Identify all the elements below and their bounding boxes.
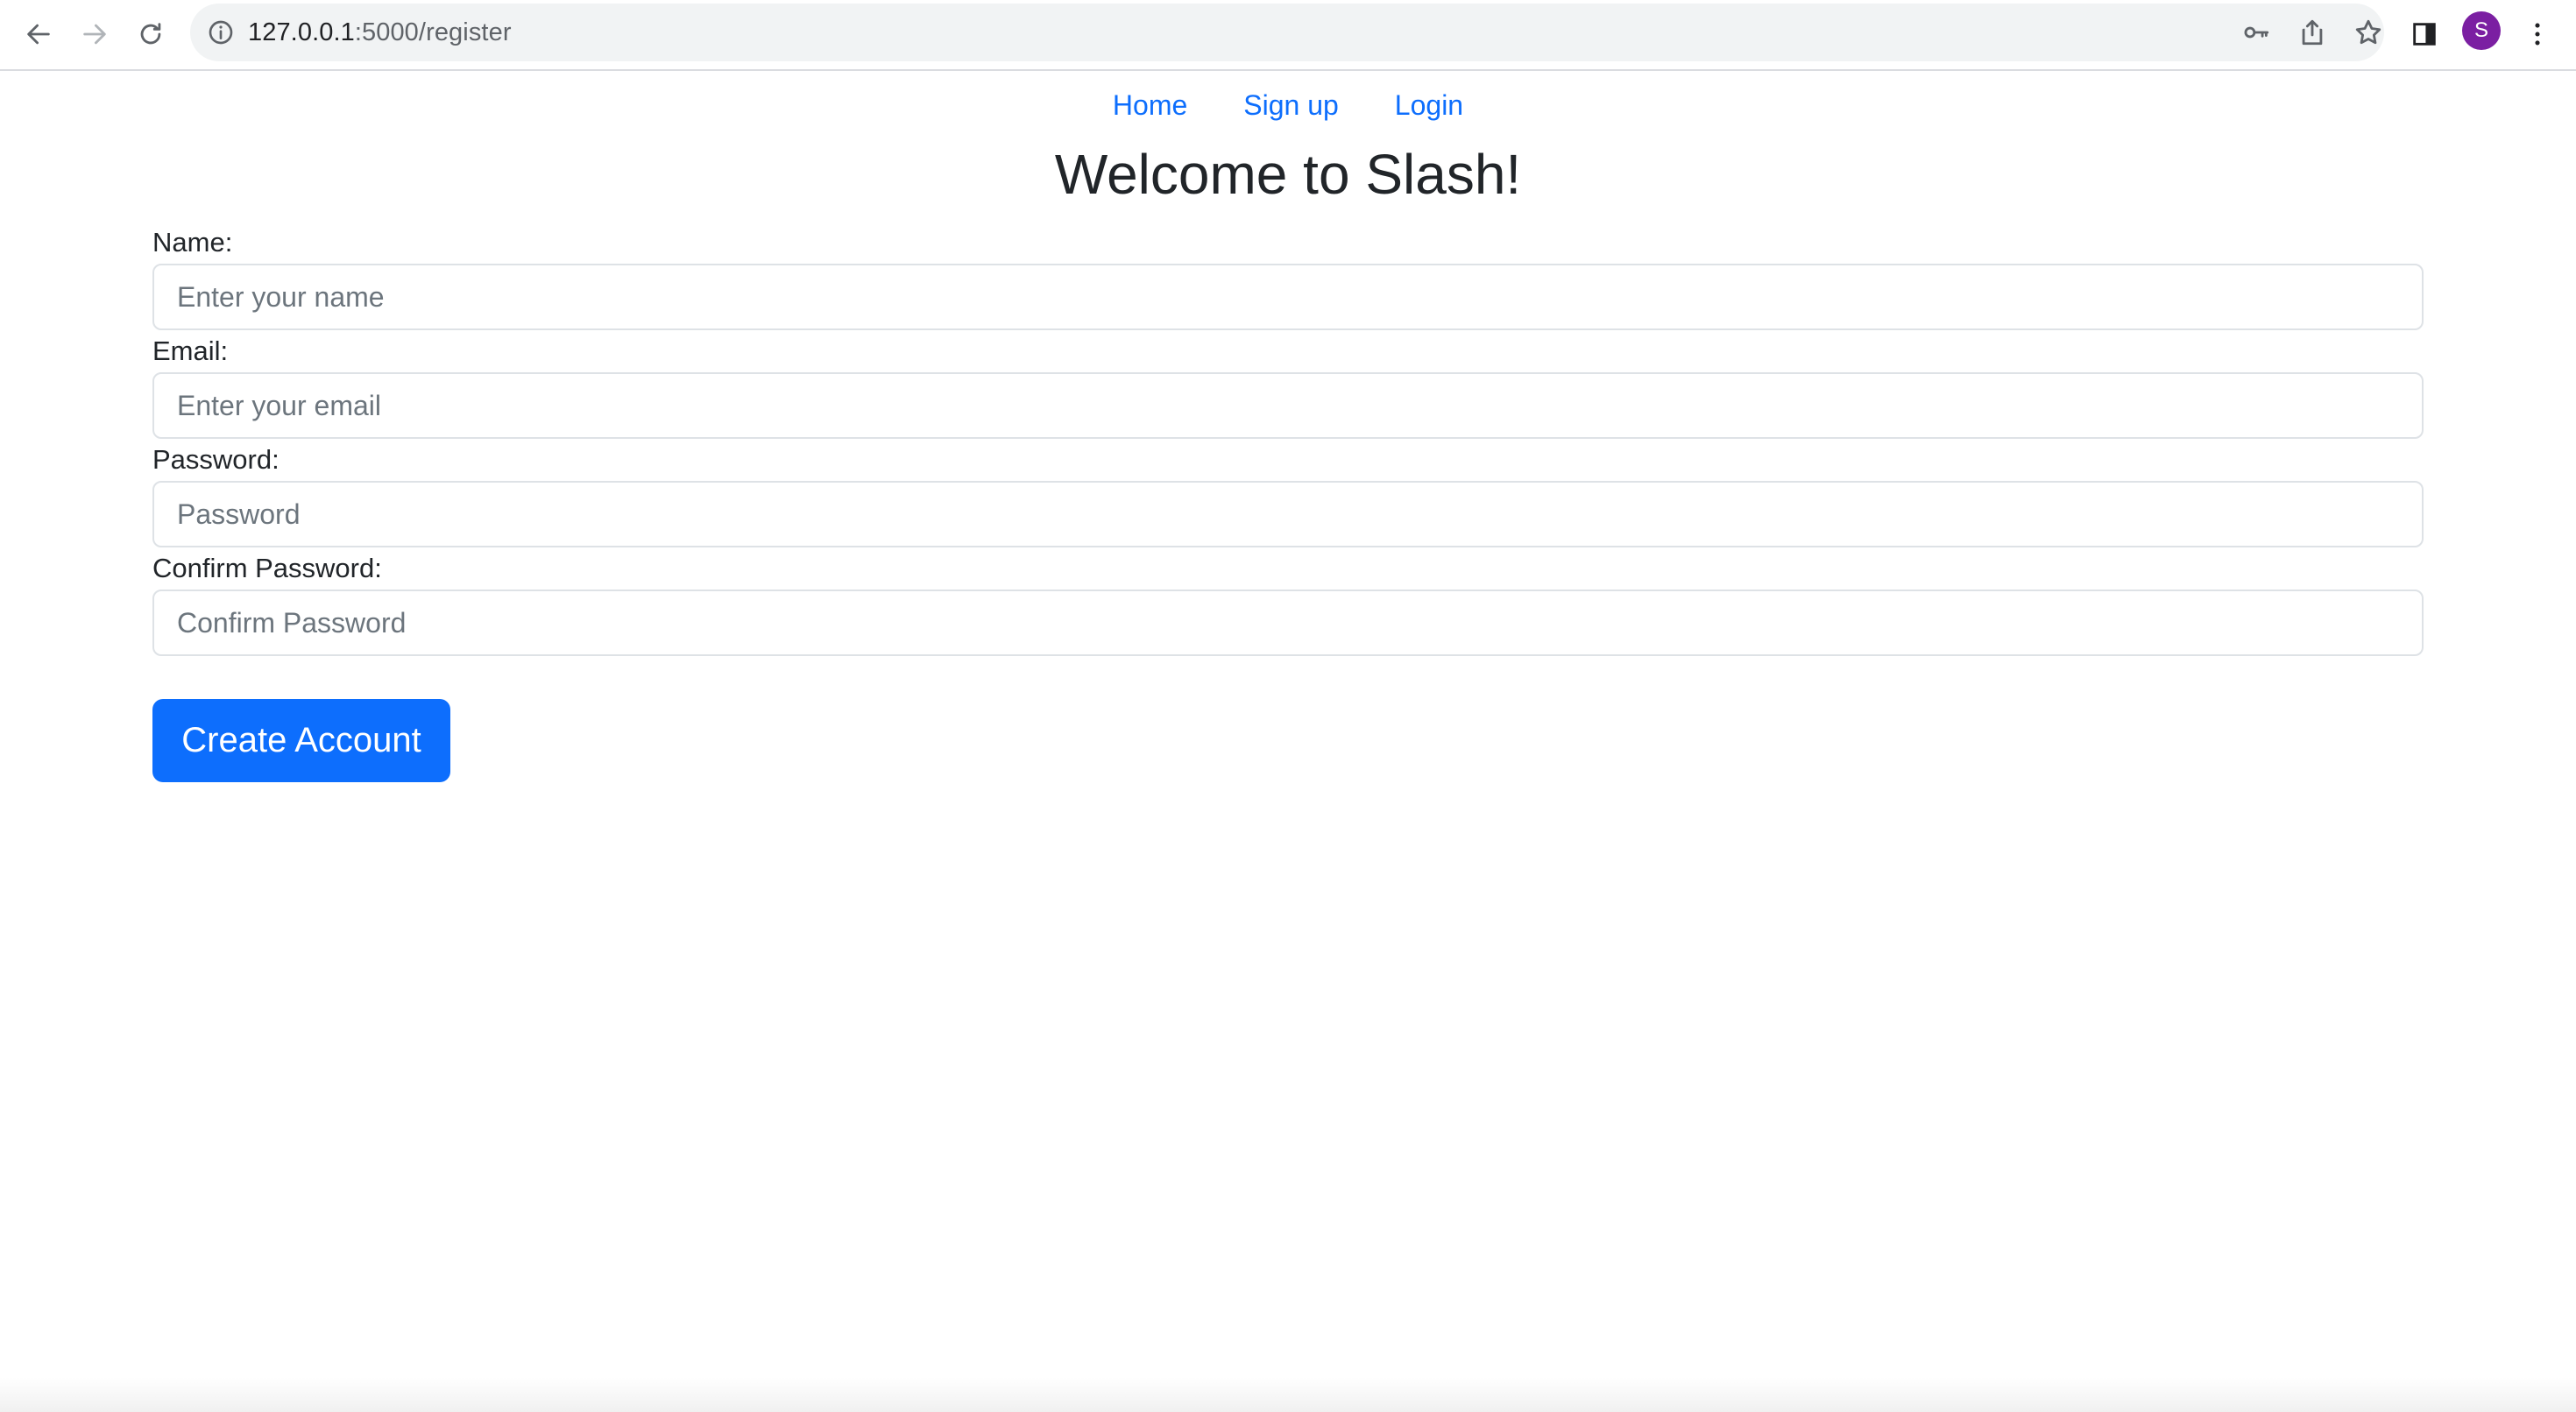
confirm-password-label: Confirm Password:	[152, 553, 382, 583]
email-label: Email:	[152, 335, 229, 366]
email-input[interactable]	[152, 372, 2424, 439]
info-icon[interactable]	[207, 18, 235, 46]
url-host: 127.0.0.1	[248, 18, 355, 46]
reload-icon[interactable]	[128, 11, 173, 57]
password-label: Password:	[152, 444, 280, 475]
browser-toolbar: 127.0.0.1:5000/register S	[0, 0, 2576, 71]
name-input[interactable]	[152, 264, 2424, 330]
side-panel-icon[interactable]	[2402, 11, 2447, 57]
kebab-menu-icon[interactable]	[2515, 11, 2560, 57]
back-arrow-icon[interactable]	[16, 11, 61, 57]
address-bar[interactable]: 127.0.0.1:5000/register	[190, 4, 2384, 61]
nav-link-home[interactable]: Home	[1113, 82, 1187, 128]
star-icon[interactable]	[2353, 18, 2383, 47]
password-input[interactable]	[152, 481, 2424, 547]
bottom-shadow	[0, 1377, 2576, 1412]
top-nav: Home Sign up Login	[0, 82, 2576, 128]
page-title: Welcome to Slash!	[1054, 143, 1522, 206]
share-icon[interactable]	[2297, 18, 2327, 47]
nav-link-login[interactable]: Login	[1395, 82, 1463, 128]
confirm-password-input[interactable]	[152, 590, 2424, 656]
key-icon[interactable]	[2241, 18, 2271, 47]
url-path: :5000/register	[354, 18, 512, 46]
create-account-button[interactable]: Create Account	[152, 699, 450, 782]
nav-link-signup[interactable]: Sign up	[1243, 82, 1339, 128]
forward-arrow-icon[interactable]	[72, 11, 117, 57]
profile-avatar[interactable]: S	[2462, 11, 2501, 50]
name-label: Name:	[152, 227, 233, 258]
url-text[interactable]: 127.0.0.1:5000/register	[248, 4, 512, 61]
